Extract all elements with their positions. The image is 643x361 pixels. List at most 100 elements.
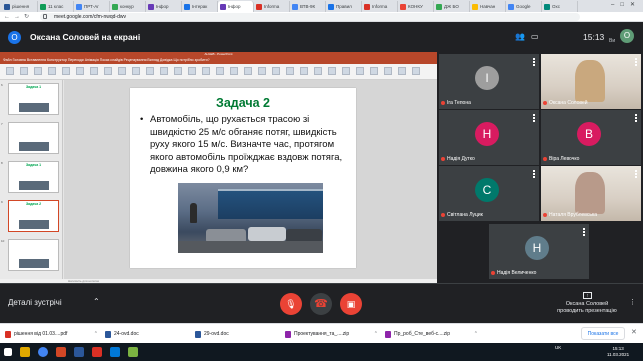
ribbon-button[interactable] (398, 67, 406, 75)
participant-tile[interactable]: Наталя Врублевська (541, 166, 641, 221)
meeting-details-button[interactable]: Деталі зустрічі (8, 298, 62, 307)
more-options-icon[interactable] (635, 114, 637, 116)
slide-thumbnail[interactable]: Задача 1 (8, 161, 59, 193)
slide-thumbnail[interactable] (8, 239, 59, 271)
ribbon-button[interactable] (34, 67, 42, 75)
ribbon-button[interactable] (48, 67, 56, 75)
window-controls[interactable]: –□✕ (611, 1, 641, 8)
camera-off-button[interactable]: ▣ (340, 293, 362, 315)
ribbon-button[interactable] (20, 67, 28, 75)
ribbon-button[interactable] (104, 67, 112, 75)
ribbon-button[interactable] (384, 67, 392, 75)
edge-icon[interactable] (110, 347, 120, 357)
chat-icon[interactable]: ▭ (531, 32, 545, 41)
participant-tile[interactable]: С Світлана Луцик (439, 166, 539, 221)
ribbon-button[interactable] (146, 67, 154, 75)
browser-tab[interactable]: КОНКУ (398, 1, 434, 12)
browser-tab[interactable]: конкур (110, 1, 146, 12)
present-screen-icon[interactable]: ↑ (583, 292, 592, 299)
powerpoint-icon[interactable] (56, 347, 66, 357)
participant-tile[interactable]: І Іга Тепона (439, 54, 539, 109)
close-icon[interactable]: ✕ (631, 328, 637, 336)
ribbon-button[interactable] (216, 67, 224, 75)
ribbon-button[interactable] (286, 67, 294, 75)
download-item[interactable]: Пр_роб_Сте_веб-с....zip ⌃ (384, 328, 478, 340)
browser-tab[interactable]: Google (506, 1, 542, 12)
ribbon-button[interactable] (174, 67, 182, 75)
ribbon-button[interactable] (188, 67, 196, 75)
nav-buttons[interactable]: ←→↻ (4, 12, 33, 22)
browser-tab[interactable]: ДЖ БО (434, 1, 470, 12)
ribbon-button[interactable] (90, 67, 98, 75)
show-all-downloads-button[interactable]: Показати все (581, 327, 625, 340)
download-item[interactable]: рішення від 01.03....pdf ⌃ (4, 328, 98, 340)
participant-tile[interactable]: Н Надія Величенко (489, 224, 589, 279)
chevron-up-icon[interactable]: ⌃ (474, 328, 478, 340)
mic-off-button[interactable]: 🎙 (280, 293, 302, 315)
more-options-icon[interactable] (533, 114, 535, 116)
more-options-icon[interactable] (533, 58, 535, 60)
browser-tab[interactable]: Інфор (218, 1, 254, 12)
ribbon-button[interactable] (6, 67, 14, 75)
slide-thumbnail[interactable]: Задача 2 (8, 200, 59, 232)
explorer-icon[interactable] (20, 347, 30, 357)
ribbon-button[interactable] (328, 67, 336, 75)
participant-tile[interactable]: В Віра Левочко (541, 110, 641, 165)
browser-tab[interactable]: Інфор (146, 1, 182, 12)
ribbon-button[interactable] (314, 67, 322, 75)
ribbon-button[interactable] (342, 67, 350, 75)
word-icon[interactable] (74, 347, 84, 357)
ribbon-button[interactable] (230, 67, 238, 75)
more-options-icon[interactable] (635, 58, 637, 60)
tab-label: рішення (12, 4, 30, 9)
browser-tab[interactable]: Правил (326, 1, 362, 12)
tray-language[interactable]: UK (555, 345, 561, 351)
people-icon[interactable]: 👥 (515, 32, 531, 41)
browser-tab[interactable]: Oxc (542, 1, 578, 12)
ribbon-button[interactable] (300, 67, 308, 75)
ribbon-button[interactable] (76, 67, 84, 75)
browser-tab[interactable]: 11 клас (38, 1, 74, 12)
browser-tab[interactable]: ВТВ-9К (290, 1, 326, 12)
ribbon-button[interactable] (244, 67, 252, 75)
ribbon-button[interactable] (62, 67, 70, 75)
chrome-icon[interactable] (38, 347, 48, 357)
start-icon[interactable] (4, 348, 12, 356)
tab-favicon-icon (112, 4, 118, 10)
browser-tab[interactable]: Informa (362, 1, 398, 12)
ribbon-button[interactable] (118, 67, 126, 75)
ribbon-button[interactable] (412, 67, 420, 75)
app-icon[interactable] (128, 347, 138, 357)
ribbon-button[interactable] (160, 67, 168, 75)
ribbon-button[interactable] (272, 67, 280, 75)
participant-tile[interactable]: Оксана Соловей (541, 54, 641, 109)
slide-thumbnail[interactable] (8, 122, 59, 154)
ribbon-button[interactable] (370, 67, 378, 75)
slide-thumbnail[interactable]: Задача 1 (8, 83, 59, 115)
participant-tile[interactable]: Н Надія Дутко (439, 110, 539, 165)
pdf-icon[interactable] (92, 347, 102, 357)
header-icons[interactable]: 👥▭ (515, 32, 545, 41)
chevron-up-icon[interactable]: ⌃ (94, 328, 98, 340)
browser-tab[interactable]: Інтерак (182, 1, 218, 12)
browser-tab[interactable]: рішення (2, 1, 38, 12)
download-item[interactable]: 29-ovd.doc⌃ (194, 328, 288, 340)
ribbon-button[interactable] (132, 67, 140, 75)
more-options-icon[interactable]: ⋮ (629, 298, 636, 306)
download-item[interactable]: 24-ovd.doc⌃ (104, 328, 198, 340)
ribbon-button[interactable] (202, 67, 210, 75)
browser-tab[interactable]: Навчан (470, 1, 506, 12)
browser-tab[interactable]: Informa (254, 1, 290, 12)
chevron-up-icon[interactable]: ⌃ (374, 328, 378, 340)
chevron-up-icon[interactable]: ⌃ (93, 297, 100, 306)
url-field[interactable]: meet.google.com/cfm-nwqd-dwv (40, 13, 580, 21)
ribbon-button[interactable] (258, 67, 266, 75)
browser-tab[interactable]: ПРТ-Аr (74, 1, 110, 12)
tab-label: Google (516, 4, 531, 9)
download-item[interactable]: Проектування_та_....zip ⌃ (284, 328, 378, 340)
more-options-icon[interactable] (533, 170, 535, 172)
more-options-icon[interactable] (583, 228, 585, 230)
more-options-icon[interactable] (635, 170, 637, 172)
ribbon-button[interactable] (356, 67, 364, 75)
end-call-button[interactable]: ☎ (310, 293, 332, 315)
